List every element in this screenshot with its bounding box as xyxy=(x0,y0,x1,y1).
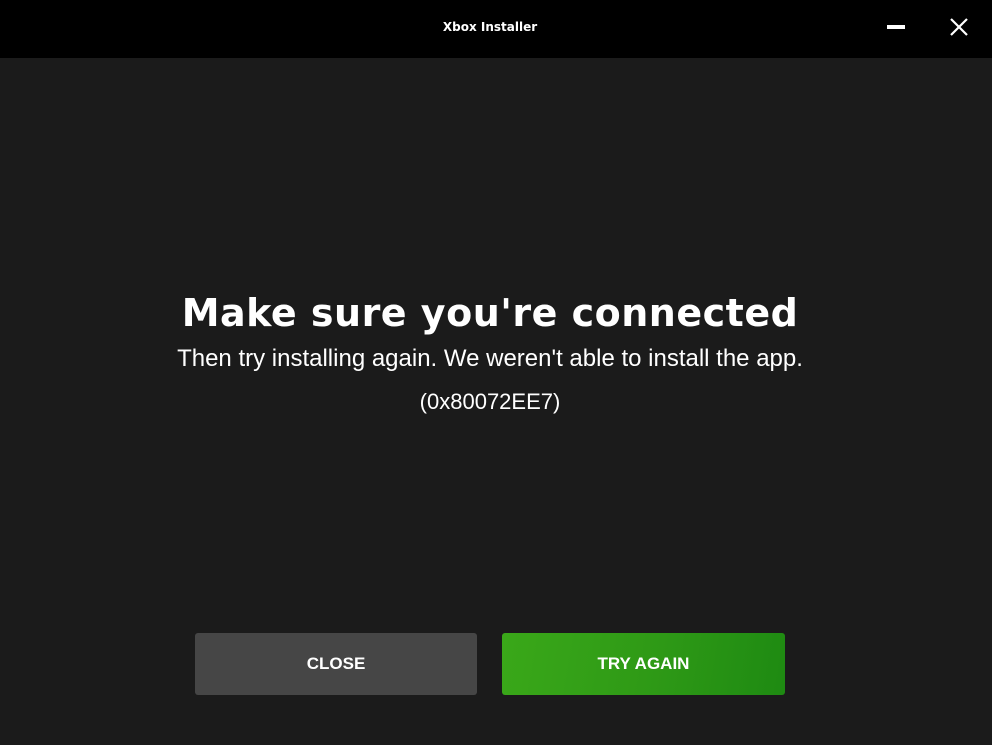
minimize-button[interactable] xyxy=(878,9,914,45)
window-close-button[interactable] xyxy=(941,9,977,45)
close-icon xyxy=(950,18,968,36)
window-title: Xbox Installer xyxy=(442,20,538,34)
error-code: (0x80072EE7) xyxy=(419,389,561,414)
title-bar: Xbox Installer xyxy=(0,0,992,58)
close-button[interactable]: CLOSE xyxy=(195,633,477,695)
minimize-icon xyxy=(887,25,905,29)
installer-content: Make sure you're connected Then try inst… xyxy=(0,58,992,745)
error-description: Then try installing again. We weren't ab… xyxy=(177,345,803,372)
error-heading: Make sure you're connected xyxy=(181,291,799,335)
try-again-button[interactable]: TRY AGAIN xyxy=(502,633,785,695)
